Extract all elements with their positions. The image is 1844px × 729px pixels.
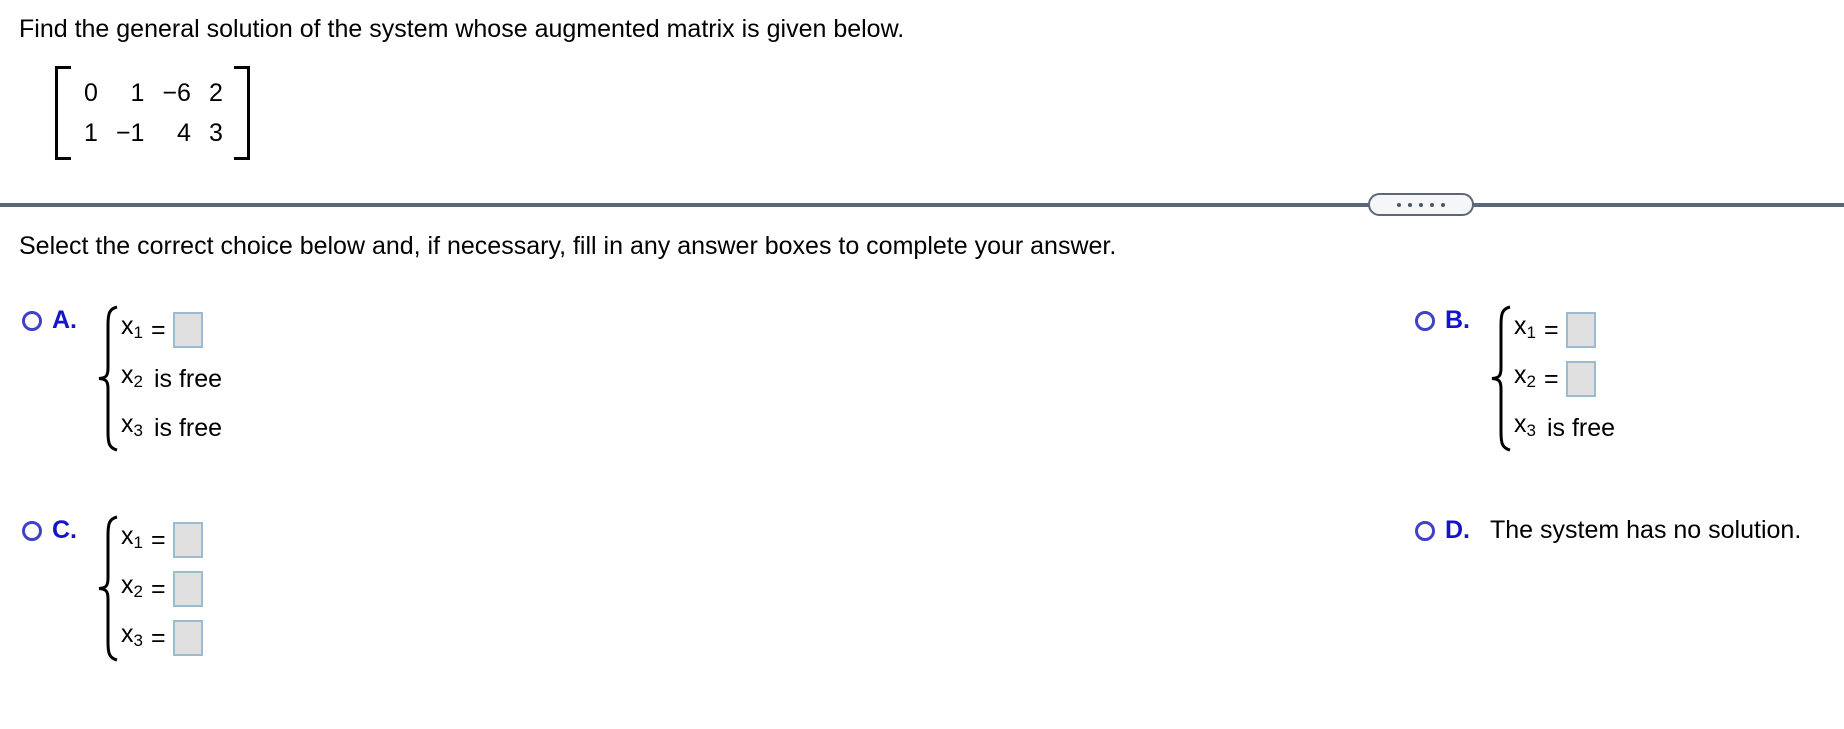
choice-b-row-2: x2 = (1514, 354, 1615, 403)
radio-button-c[interactable] (22, 521, 42, 541)
choice-option-c[interactable]: C. x1 = x2 = x3 = (22, 515, 203, 662)
variable-x1: x1 (121, 522, 143, 552)
variable-x3: x3 (121, 620, 143, 650)
variable-x2: x2 (1514, 361, 1536, 391)
variable-x3: x3 (121, 410, 143, 440)
matrix-cell: 4 (177, 119, 191, 147)
radio-button-a[interactable] (22, 311, 42, 331)
subscript: 3 (1526, 421, 1536, 440)
variable-x2: x2 (121, 571, 143, 601)
dot-icon (1419, 202, 1423, 207)
matrix-cell: 1 (130, 79, 145, 107)
matrix-row: 1 −1 4 3 (75, 113, 232, 153)
variable-x2: x2 (121, 361, 143, 391)
instruction-text: Select the correct choice below and, if … (19, 232, 1117, 260)
curly-brace-icon (95, 515, 121, 662)
augmented-matrix: 0 1 −6 2 1 −1 4 3 (55, 66, 250, 165)
choice-b-row-1: x1 = (1514, 305, 1615, 354)
choice-letter-c: C. (52, 516, 77, 544)
choice-a-row-2: x2 is free (121, 354, 222, 403)
equals-sign: = (150, 623, 166, 652)
equals-sign: = (150, 525, 166, 554)
choice-letter-b: B. (1445, 306, 1470, 334)
matrix-table: 0 1 −6 2 1 −1 4 3 (75, 73, 232, 153)
matrix-row: 0 1 −6 2 (75, 73, 232, 113)
subscript: 3 (133, 421, 143, 440)
variable-x1: x1 (1514, 312, 1536, 342)
matrix-cell: −1 (115, 119, 145, 147)
answer-input-c-x1[interactable] (172, 521, 203, 558)
question-prompt: Find the general solution of the system … (19, 15, 905, 43)
choice-b-rows: x1 = x2 = x3 is free (1514, 305, 1615, 452)
dot-icon (1441, 202, 1445, 207)
divider-expand-handle[interactable] (1368, 193, 1474, 216)
equals-sign: = (1543, 315, 1559, 344)
choice-option-a[interactable]: A. x1 = x2 is free x3 is free (22, 305, 222, 452)
matrix-left-bracket (55, 66, 71, 160)
choice-c-row-3: x3 = (121, 613, 203, 662)
radio-button-d[interactable] (1415, 521, 1435, 541)
dot-icon (1397, 202, 1401, 207)
matrix-cell: 0 (84, 79, 98, 107)
choice-letter-d: D. (1445, 516, 1470, 544)
curly-brace-icon (1488, 305, 1514, 452)
answer-input-a-x1[interactable] (172, 311, 203, 348)
choice-option-d[interactable]: D. The system has no solution. (1415, 515, 1801, 545)
section-divider (0, 203, 1844, 207)
matrix-cell: −6 (162, 79, 191, 107)
choice-c-row-2: x2 = (121, 564, 203, 613)
subscript: 1 (133, 533, 143, 552)
choice-c-row-1: x1 = (121, 515, 203, 564)
subscript: 3 (133, 631, 143, 650)
curly-brace-icon (95, 305, 121, 452)
radio-button-b[interactable] (1415, 311, 1435, 331)
free-label: is free (153, 413, 223, 442)
subscript: 2 (133, 582, 143, 601)
free-label: is free (153, 364, 223, 393)
variable-x1: x1 (121, 312, 143, 342)
dot-icon (1430, 202, 1434, 207)
answer-input-c-x3[interactable] (172, 619, 203, 656)
subscript: 1 (133, 323, 143, 342)
matrix-cell: 1 (84, 119, 98, 147)
choice-a-rows: x1 = x2 is free x3 is free (121, 305, 222, 452)
matrix-cell: 3 (208, 119, 223, 147)
choice-option-b[interactable]: B. x1 = x2 = x3 is free (1415, 305, 1615, 452)
subscript: 1 (1526, 323, 1536, 342)
choice-a-row-3: x3 is free (121, 403, 222, 452)
subscript: 2 (133, 372, 143, 391)
matrix-right-bracket (233, 66, 250, 160)
choice-letter-a: A. (52, 306, 77, 334)
variable-x3: x3 (1514, 410, 1536, 440)
choice-a-row-1: x1 = (121, 305, 222, 354)
choice-a-system: x1 = x2 is free x3 is free (95, 305, 222, 452)
equals-sign: = (150, 574, 166, 603)
choice-b-system: x1 = x2 = x3 is free (1488, 305, 1615, 452)
answer-input-b-x2[interactable] (1565, 360, 1596, 397)
choice-c-system: x1 = x2 = x3 = (95, 515, 203, 662)
choice-c-rows: x1 = x2 = x3 = (121, 515, 203, 662)
subscript: 2 (1526, 372, 1536, 391)
matrix-cell: 2 (208, 79, 223, 107)
equals-sign: = (1543, 364, 1559, 393)
answer-input-b-x1[interactable] (1565, 311, 1596, 348)
matrix-body: 0 1 −6 2 1 −1 4 3 (55, 66, 250, 160)
choice-b-row-3: x3 is free (1514, 403, 1615, 452)
choice-d-text: The system has no solution. (1490, 516, 1802, 544)
equals-sign: = (150, 315, 166, 344)
answer-input-c-x2[interactable] (172, 570, 203, 607)
free-label: is free (1546, 413, 1616, 442)
dot-icon (1408, 202, 1412, 207)
